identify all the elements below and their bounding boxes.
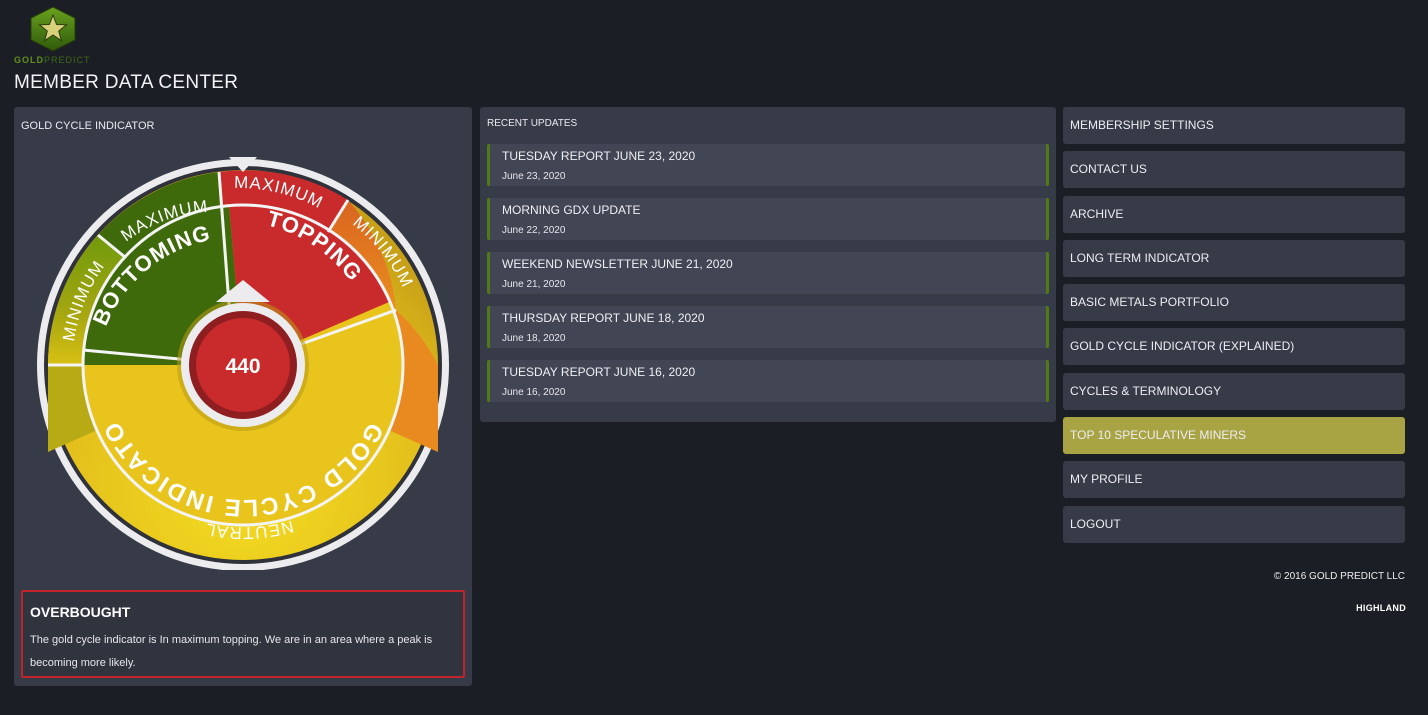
gold-cycle-gauge: MAXIMUM MAXIMUM MINIMUM MINIMUM BOTTOMIN… [36,152,449,570]
update-item[interactable]: TUESDAY REPORT JUNE 23, 2020 June 23, 20… [487,144,1049,186]
menu-item-basic-metals-portfolio[interactable]: BASIC METALS PORTFOLIO [1063,284,1405,322]
gold-cycle-indicator-panel: GOLD CYCLE INDICATOR MAXIMUM MAXIMUM MIN… [14,107,472,686]
side-menu: MEMBERSHIP SETTINGS CONTACT US ARCHIVE L… [1063,107,1405,550]
menu-item-top-10-speculative-miners[interactable]: TOP 10 SPECULATIVE MINERS [1063,417,1405,455]
update-item[interactable]: THURSDAY REPORT JUNE 18, 2020 June 18, 2… [487,306,1049,348]
recent-updates-panel: RECENT UPDATES TUESDAY REPORT JUNE 23, 2… [480,107,1056,422]
update-title[interactable]: THURSDAY REPORT JUNE 18, 2020 [502,311,705,325]
menu-item-cycles-terminology[interactable]: CYCLES & TERMINOLOGY [1063,372,1405,410]
copyright: © 2016 GOLD PREDICT LLC [1273,571,1405,582]
panel-title: GOLD CYCLE INDICATOR [21,120,155,132]
menu-item-long-term-indicator[interactable]: LONG TERM INDICATOR [1063,239,1405,277]
update-date: June 16, 2020 [502,387,566,398]
star-hexagon-icon [30,6,76,52]
gauge-value: 440 [225,355,260,378]
menu-item-logout[interactable]: LOGOUT [1063,505,1405,543]
update-item[interactable]: TUESDAY REPORT JUNE 16, 2020 June 16, 20… [487,360,1049,402]
brand-name: GOLDPREDICT [14,55,91,65]
update-title[interactable]: TUESDAY REPORT JUNE 16, 2020 [502,365,695,379]
menu-item-membership-settings[interactable]: MEMBERSHIP SETTINGS [1063,107,1405,144]
logo[interactable]: GOLDPREDICT [14,6,90,65]
update-date: June 21, 2020 [502,279,566,290]
menu-item-gold-cycle-explained[interactable]: GOLD CYCLE INDICATOR (EXPLAINED) [1063,328,1405,366]
update-date: June 23, 2020 [502,171,566,182]
update-item[interactable]: WEEKEND NEWSLETTER JUNE 21, 2020 June 21… [487,252,1049,294]
update-item[interactable]: MORNING GDX UPDATE June 22, 2020 [487,198,1049,240]
update-list: TUESDAY REPORT JUNE 23, 2020 June 23, 20… [487,144,1049,414]
menu-item-contact-us[interactable]: CONTACT US [1063,151,1405,189]
update-title[interactable]: TUESDAY REPORT JUNE 23, 2020 [502,149,695,163]
panel-title: RECENT UPDATES [487,118,578,129]
status-title: OVERBOUGHT [30,604,131,620]
update-title[interactable]: MORNING GDX UPDATE [502,203,640,217]
update-date: June 18, 2020 [502,333,566,344]
status-text: The gold cycle indicator is In maximum t… [30,634,433,669]
update-title[interactable]: WEEKEND NEWSLETTER JUNE 21, 2020 [502,257,733,271]
page-title: MEMBER DATA CENTER [14,72,239,93]
menu-item-my-profile[interactable]: MY PROFILE [1063,461,1405,499]
update-date: June 22, 2020 [502,225,566,236]
menu-item-archive[interactable]: ARCHIVE [1063,195,1405,233]
credit-link[interactable]: HIGHLAND [1356,603,1406,613]
status-box: OVERBOUGHT The gold cycle indicator is I… [21,590,465,678]
